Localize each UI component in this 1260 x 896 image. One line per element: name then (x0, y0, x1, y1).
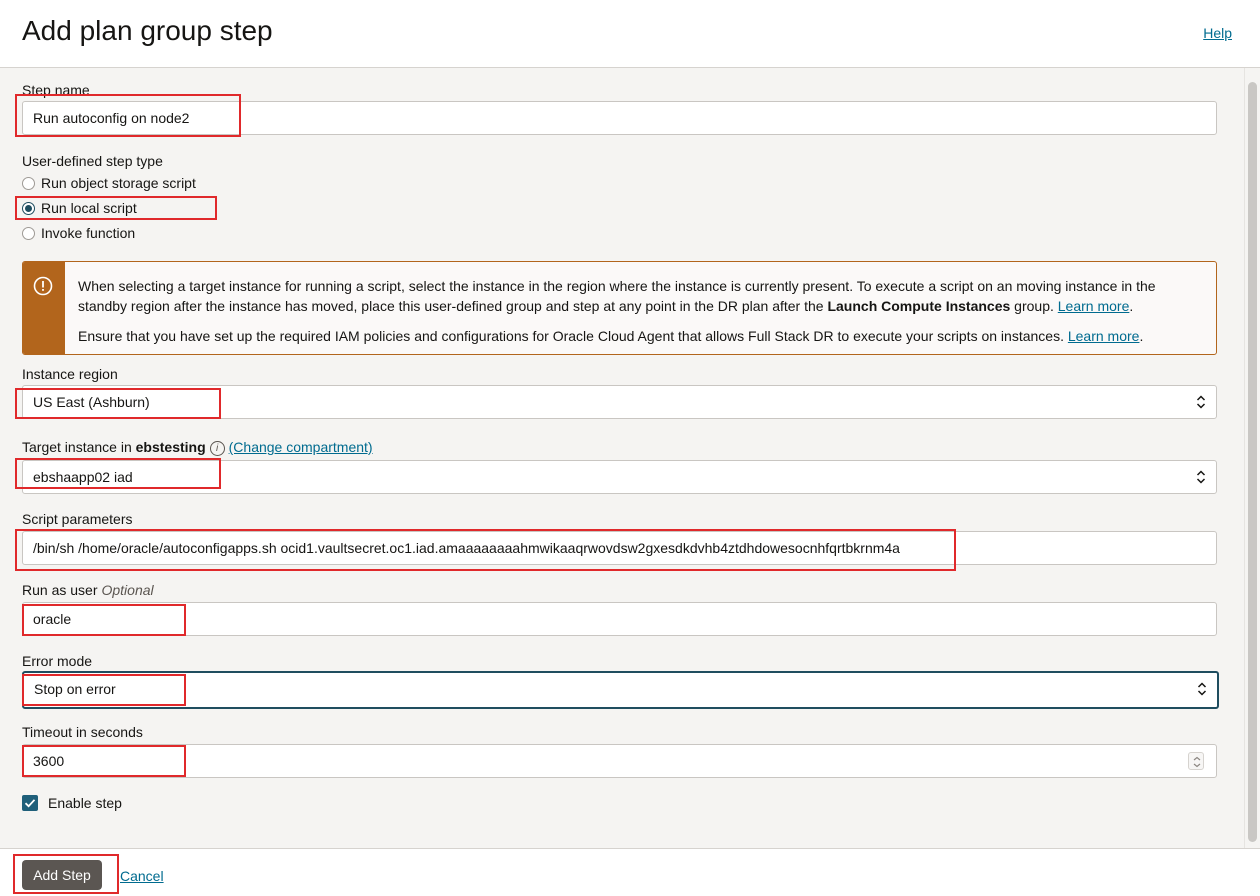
step-name-input[interactable]: Run autoconfig on node2 (22, 101, 1217, 135)
run-as-user-input[interactable]: oracle (22, 602, 1217, 636)
cancel-link[interactable]: Cancel (120, 868, 164, 884)
script-parameters-label: Script parameters (22, 511, 133, 527)
run-as-user-label: Run as user Optional (22, 582, 154, 598)
instance-region-value: US East (Ashburn) (33, 394, 150, 410)
notice-text: When selecting a target instance for run… (78, 276, 1186, 354)
scrollbar[interactable] (1244, 68, 1260, 848)
run-as-user-value: oracle (33, 611, 72, 627)
form-panel: Step name Run autoconfig on node2 User-d… (0, 68, 1260, 848)
instance-region-select[interactable]: US East (Ashburn) (22, 385, 1217, 419)
notice-paragraph-1: When selecting a target instance for run… (78, 278, 1156, 314)
change-compartment-link[interactable]: (Change compartment) (229, 439, 373, 455)
chevron-updown-icon (1196, 470, 1206, 484)
error-mode-label: Error mode (22, 653, 93, 669)
scrollbar-thumb[interactable] (1248, 82, 1257, 842)
learn-more-link[interactable]: Learn more (1068, 328, 1140, 344)
error-mode-select[interactable]: Stop on error (22, 671, 1219, 709)
timeout-value: 3600 (33, 753, 65, 769)
step-name-label: Step name (22, 82, 90, 98)
page-title: Add plan group step (22, 15, 273, 46)
enable-step-checkbox-row[interactable]: Enable step (22, 795, 122, 811)
timeout-input[interactable]: 3600 (22, 744, 1217, 778)
warning-notice: When selecting a target instance for run… (22, 261, 1217, 355)
step-type-label: User-defined step type (22, 153, 163, 169)
footer-bar: Add Step Cancel (0, 848, 1260, 896)
warning-icon (33, 276, 53, 296)
notice-sidebar (23, 262, 65, 354)
error-mode-value: Stop on error (34, 681, 116, 697)
info-icon[interactable]: i (209, 441, 225, 456)
target-instance-label: Target instance in ebstesting i (Change co… (22, 439, 373, 456)
notice-paragraph-2: Ensure that you have set up the required… (78, 328, 1144, 344)
radio-circle[interactable] (22, 226, 35, 240)
radio-label: Run local script (41, 200, 137, 216)
page-header: Add plan group step Help (0, 0, 1260, 68)
help-link[interactable]: Help (1203, 25, 1232, 41)
script-parameters-input[interactable]: /bin/sh /home/oracle/autoconfigapps.sh o… (22, 531, 1217, 565)
radio-run-object-storage-script[interactable]: Run object storage script (22, 175, 196, 191)
target-instance-select[interactable]: ebshaapp02 iad (22, 460, 1217, 494)
radio-circle-selected[interactable] (22, 201, 35, 215)
step-name-value: Run autoconfig on node2 (33, 110, 190, 126)
learn-more-link[interactable]: Learn more (1058, 298, 1130, 314)
spinner-arrows-icon (1193, 756, 1201, 768)
add-step-button[interactable]: Add Step (22, 860, 102, 890)
checkmark-icon (24, 799, 36, 808)
number-spinner[interactable] (1188, 752, 1204, 770)
enable-step-label: Enable step (48, 795, 122, 811)
radio-run-local-script[interactable]: Run local script (22, 200, 137, 216)
target-instance-value: ebshaapp02 iad (33, 469, 133, 485)
optional-tag: Optional (101, 582, 154, 598)
chevron-updown-icon (1197, 682, 1207, 696)
chevron-updown-icon (1196, 395, 1206, 409)
script-parameters-value: /bin/sh /home/oracle/autoconfigapps.sh o… (33, 540, 900, 556)
instance-region-label: Instance region (22, 366, 118, 382)
radio-label: Invoke function (41, 225, 136, 241)
radio-invoke-function[interactable]: Invoke function (22, 225, 135, 241)
radio-circle[interactable] (22, 176, 35, 190)
timeout-label: Timeout in seconds (22, 724, 143, 740)
radio-label: Run object storage script (41, 175, 196, 191)
enable-step-checkbox[interactable] (22, 795, 38, 811)
